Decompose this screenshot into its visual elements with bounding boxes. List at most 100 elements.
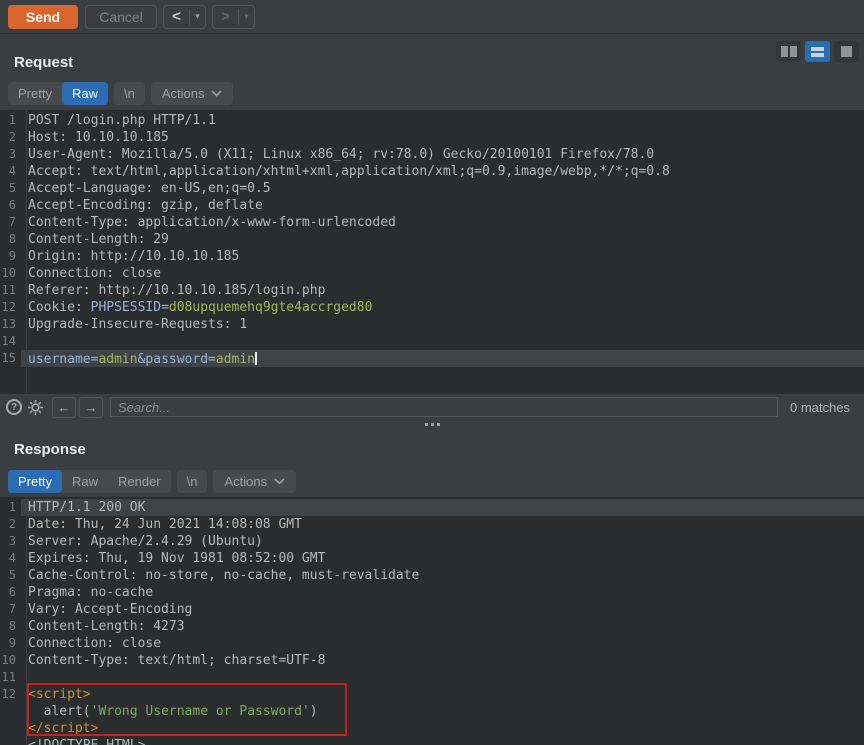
- code-line: 9Connection: close: [0, 635, 864, 652]
- history-forward-button[interactable]: > ▾: [212, 5, 255, 29]
- line-number: [0, 703, 21, 720]
- code-line: 4Accept: text/html,application/xhtml+xml…: [0, 163, 864, 180]
- line-number: 4: [0, 163, 21, 180]
- line-number: 10: [0, 265, 21, 282]
- code-line: 3User-Agent: Mozilla/5.0 (X11; Linux x86…: [0, 146, 864, 163]
- code-line: 5Cache-Control: no-store, no-cache, must…: [0, 567, 864, 584]
- line-number: 3: [0, 533, 21, 550]
- code-line: 6Pragma: no-cache: [0, 584, 864, 601]
- line-number: [0, 737, 21, 745]
- code-line: 12<script>: [0, 686, 864, 703]
- newline-toggle-pill: \n: [177, 470, 208, 493]
- line-number: 9: [0, 248, 21, 265]
- line-number: 12: [0, 299, 21, 316]
- line-number: 2: [0, 129, 21, 146]
- code-line: <!DOCTYPE HTML>: [0, 737, 864, 745]
- search-previous-button[interactable]: ←: [52, 397, 76, 418]
- line-number: 6: [0, 197, 21, 214]
- line-number: 13: [0, 316, 21, 333]
- line-number: 11: [0, 669, 21, 686]
- tab-raw[interactable]: Raw: [62, 82, 108, 105]
- repeater-toolbar: Send Cancel < ▾ > ▾: [0, 0, 864, 34]
- line-number: 6: [0, 584, 21, 601]
- search-match-count: 0 matches: [790, 400, 850, 415]
- code-line: 2Date: Thu, 24 Jun 2021 14:08:08 GMT: [0, 516, 864, 533]
- gutter-divider: [26, 110, 27, 393]
- response-panel-title: Response: [14, 441, 86, 458]
- request-editor[interactable]: 1POST /login.php HTTP/1.12Host: 10.10.10…: [0, 110, 864, 393]
- layout-columns-button[interactable]: [776, 41, 801, 62]
- code-line: 7Content-Type: application/x-www-form-ur…: [0, 214, 864, 231]
- tab-newline[interactable]: \n: [177, 470, 208, 493]
- line-number: 10: [0, 652, 21, 669]
- response-panel: Response Pretty Raw Render \n Actions 1H…: [0, 428, 864, 745]
- columns-icon: [781, 46, 788, 57]
- rows-icon: [811, 53, 824, 57]
- send-button[interactable]: Send: [8, 5, 78, 29]
- code-line: 1HTTP/1.1 200 OK: [0, 499, 864, 516]
- gutter-divider: [26, 497, 27, 745]
- help-icon[interactable]: ?: [6, 399, 22, 415]
- forward-dropdown-icon[interactable]: ▾: [239, 11, 254, 22]
- code-line: 3Server: Apache/2.4.29 (Ubuntu): [0, 533, 864, 550]
- search-input[interactable]: [110, 397, 778, 417]
- code-line: 8Content-Length: 29: [0, 231, 864, 248]
- layout-rows-button[interactable]: [805, 41, 830, 62]
- request-actions-button[interactable]: Actions: [151, 82, 234, 105]
- history-back-button[interactable]: < ▾: [163, 5, 206, 29]
- search-next-button[interactable]: →: [79, 397, 103, 418]
- tab-pretty[interactable]: Pretty: [8, 82, 62, 105]
- response-editor[interactable]: 1HTTP/1.1 200 OK2Date: Thu, 24 Jun 2021 …: [0, 497, 864, 745]
- tab-newline[interactable]: \n: [114, 82, 145, 105]
- splitter-dot-icon: [431, 423, 434, 426]
- actions-label: Actions: [162, 82, 205, 105]
- back-arrow-icon: <: [164, 8, 189, 25]
- line-number: 4: [0, 550, 21, 567]
- response-actions-button[interactable]: Actions: [213, 470, 296, 493]
- line-number: 1: [0, 112, 21, 129]
- line-number: 8: [0, 618, 21, 635]
- code-line: 6Accept-Encoding: gzip, deflate: [0, 197, 864, 214]
- tab-pretty[interactable]: Pretty: [8, 470, 62, 493]
- actions-label: Actions: [224, 470, 267, 493]
- burp-repeater-window: Send Cancel < ▾ > ▾ Request: [0, 0, 864, 745]
- cancel-button[interactable]: Cancel: [85, 5, 157, 29]
- code-line: alert('Wrong Username or Password'): [0, 703, 864, 720]
- line-number: 5: [0, 180, 21, 197]
- rows-icon: [811, 47, 824, 51]
- back-dropdown-icon[interactable]: ▾: [190, 11, 205, 22]
- code-line: 8Content-Length: 4273: [0, 618, 864, 635]
- line-number: 9: [0, 635, 21, 652]
- code-line: 12Cookie: PHPSESSID=d08upquemehq9gte4acc…: [0, 299, 864, 316]
- line-number: 8: [0, 231, 21, 248]
- line-number: 3: [0, 146, 21, 163]
- request-panel-title: Request: [14, 54, 73, 71]
- code-line: 10Content-Type: text/html; charset=UTF-8: [0, 652, 864, 669]
- layout-toggle-group: [776, 41, 859, 62]
- tab-raw[interactable]: Raw: [62, 470, 108, 493]
- code-line: 9Origin: http://10.10.10.185: [0, 248, 864, 265]
- gear-icon[interactable]: [26, 398, 45, 417]
- chevron-down-icon: [274, 478, 285, 485]
- request-panel: Request Pretty Raw \n Actions: [0, 34, 864, 428]
- line-number: 15: [0, 350, 21, 367]
- code-line: 13Upgrade-Insecure-Requests: 1: [0, 316, 864, 333]
- code-line: 1POST /login.php HTTP/1.1: [0, 112, 864, 129]
- code-line: 5Accept-Language: en-US,en;q=0.5: [0, 180, 864, 197]
- line-number: 7: [0, 601, 21, 618]
- layout-single-button[interactable]: [834, 41, 859, 62]
- splitter-dot-icon: [437, 423, 440, 426]
- single-pane-icon: [841, 46, 852, 57]
- response-view-tab-group: Pretty Raw Render: [8, 470, 171, 493]
- line-number: 12: [0, 686, 21, 703]
- code-line: 14: [0, 333, 864, 350]
- columns-icon: [790, 46, 797, 57]
- line-number: 7: [0, 214, 21, 231]
- line-number: [0, 720, 21, 737]
- code-line: 4Expires: Thu, 19 Nov 1981 08:52:00 GMT: [0, 550, 864, 567]
- panel-splitter-handle[interactable]: [0, 420, 864, 428]
- line-number: 2: [0, 516, 21, 533]
- tab-render[interactable]: Render: [108, 470, 171, 493]
- code-line: </script>: [0, 720, 864, 737]
- splitter-dot-icon: [425, 423, 428, 426]
